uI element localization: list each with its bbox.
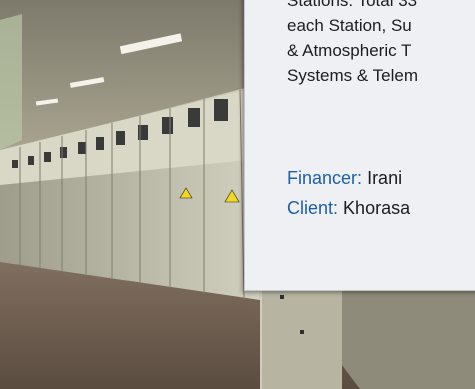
description-line: & Atmospheric T	[287, 41, 412, 60]
description-line: each Station, Su	[287, 16, 412, 35]
description-line: Stations: Total 33	[287, 0, 418, 10]
financer-row: Financer: Irani	[287, 168, 475, 189]
financer-label: Financer:	[287, 168, 363, 188]
description-line: Systems & Telem	[287, 66, 419, 85]
client-value: Khorasa	[343, 198, 411, 218]
client-row: Client: Khorasa	[287, 198, 475, 219]
project-description: Stations: Total 33 each Station, Su & At…	[287, 0, 475, 88]
project-info-panel: Stations: Total 33 each Station, Su & At…	[244, 0, 475, 291]
client-label: Client:	[287, 198, 339, 218]
financer-value: Irani	[367, 168, 403, 188]
